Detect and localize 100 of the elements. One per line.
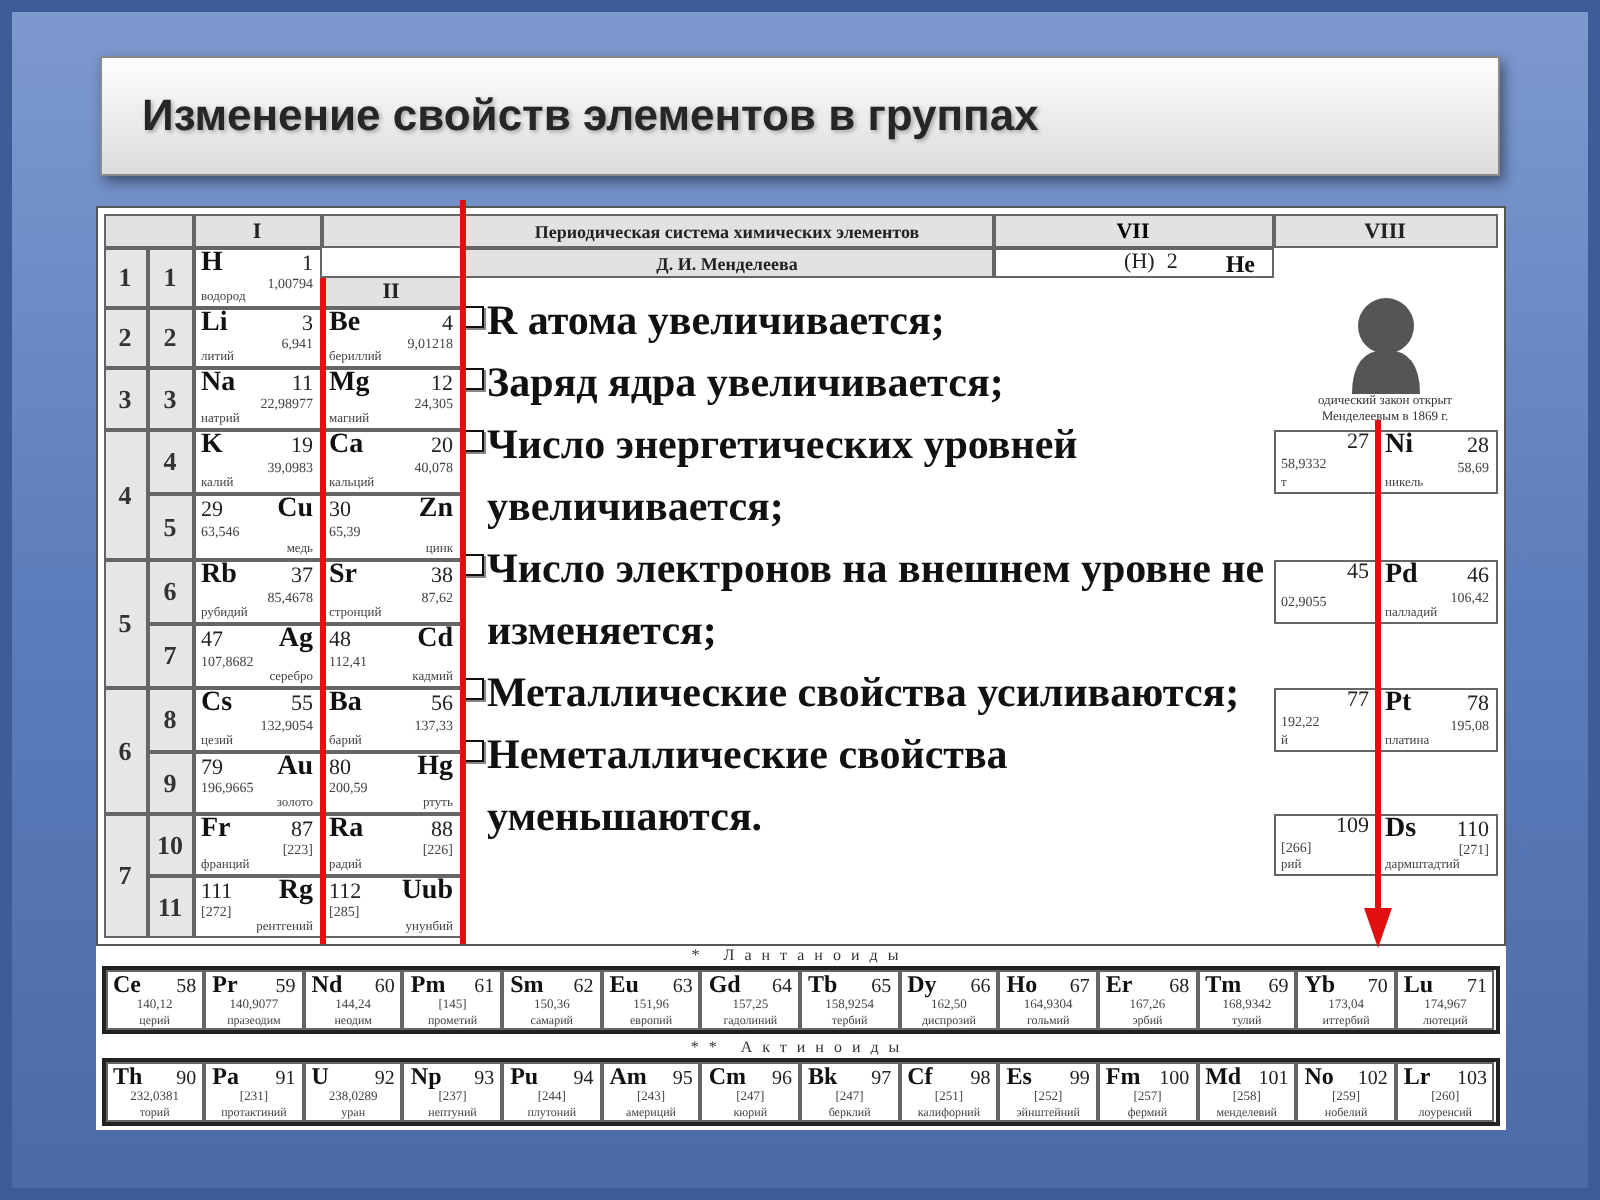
square-bullet-icon <box>461 430 483 452</box>
atomic-number: 71 <box>1466 978 1487 998</box>
group-header: VII <box>993 214 1273 248</box>
element-symbol: U <box>311 1064 329 1088</box>
period-number: 3 <box>103 368 147 430</box>
group-header: VIII <box>1273 214 1497 248</box>
atomic-number: 77 <box>1347 690 1369 712</box>
element-symbol: Sr <box>329 562 357 590</box>
element-symbol: Sm <box>510 972 544 996</box>
atomic-number: 28 <box>1467 436 1489 458</box>
atomic-number: 27 <box>1347 432 1369 454</box>
square-bullet-icon <box>461 306 483 328</box>
element-symbol: (H) <box>1124 252 1155 274</box>
atomic-number: 46 <box>1467 566 1489 588</box>
element-symbol: Pa <box>212 1064 239 1088</box>
row-number: 8 <box>147 688 193 752</box>
element-symbol: Ag <box>278 626 313 654</box>
atomic-number: 69 <box>1268 978 1289 998</box>
atomic-number: 12 <box>431 374 453 396</box>
period-number: 5 <box>103 560 147 688</box>
element-symbol: Ho <box>1006 972 1038 996</box>
element-symbol: Hg <box>417 754 453 782</box>
element-symbol: Tm <box>1205 972 1242 996</box>
atomic-number: 110 <box>1456 820 1489 842</box>
atomic-number: 68 <box>1169 978 1190 998</box>
element-symbol: Ni <box>1385 432 1413 460</box>
statement-text: Неметаллические свойства уменьшаются. <box>487 728 1010 844</box>
element-symbol: Md <box>1205 1064 1242 1088</box>
element-symbol: Li <box>201 310 228 338</box>
element-symbol: Fm <box>1105 1064 1141 1088</box>
atomic-number: 29 <box>201 500 223 522</box>
atomic-number: 66 <box>970 978 991 998</box>
atomic-number: 99 <box>1069 1070 1090 1090</box>
atomic-number: 62 <box>573 978 594 998</box>
element-symbol: No <box>1304 1064 1334 1088</box>
atomic-number: 48 <box>329 630 351 652</box>
element-symbol: Rb <box>201 562 237 590</box>
row-number: 3 <box>147 368 193 430</box>
atomic-number: 45 <box>1347 562 1369 584</box>
element-symbol: Pt <box>1385 690 1412 718</box>
row-number: 6 <box>147 560 193 624</box>
atomic-number: 59 <box>275 978 296 998</box>
element-symbol: H <box>201 250 223 278</box>
atomic-number: 112 <box>329 882 362 904</box>
atomic-number: 97 <box>871 1070 892 1090</box>
row-number: 5 <box>147 494 193 560</box>
table-subtitle: Д. И. Менделеева <box>461 248 993 278</box>
element-symbol: Be <box>329 310 361 338</box>
element-symbol: Dy <box>907 972 937 996</box>
statement-text: R атома увеличивается; <box>487 294 945 348</box>
statement-text: Металлические свойства усиливаются; <box>487 666 1240 720</box>
element-symbol: Ce <box>113 972 141 996</box>
atomic-number: 61 <box>474 978 495 998</box>
table-header <box>321 214 461 248</box>
element-symbol: Am <box>609 1064 647 1088</box>
period-number: 7 <box>103 814 147 938</box>
atomic-number: 2 <box>1166 252 1178 274</box>
atomic-number: 3 <box>302 314 313 336</box>
table-header <box>103 214 193 248</box>
element-symbol: K <box>201 432 223 460</box>
atomic-number: 88 <box>431 820 453 842</box>
atomic-number: 58 <box>176 978 197 998</box>
square-bullet-icon <box>461 740 483 762</box>
table-title: Периодическая система химических элементов <box>461 214 993 248</box>
atomic-number: 67 <box>1069 978 1090 998</box>
element-symbol: Zn <box>418 496 453 524</box>
element-symbol: Cd <box>417 626 453 654</box>
period-number: 2 <box>103 308 147 368</box>
element-symbol: Bk <box>807 1064 838 1088</box>
element-symbol: Fr <box>201 816 231 844</box>
element-symbol: Pu <box>510 1064 539 1088</box>
atomic-number: 101 <box>1258 1070 1289 1090</box>
row-number: 7 <box>147 624 193 688</box>
element-symbol: Cu <box>277 496 313 524</box>
element-symbol: Ca <box>329 432 364 460</box>
element-symbol: Gd <box>708 972 741 996</box>
row-number: 9 <box>147 752 193 814</box>
element-symbol: Th <box>113 1064 143 1088</box>
square-bullet-icon <box>461 554 483 576</box>
element-symbol: Cf <box>907 1064 933 1088</box>
row-number: 10 <box>147 814 193 876</box>
atomic-number: 91 <box>275 1070 296 1090</box>
element-symbol: Ra <box>329 816 364 844</box>
row-number: 1 <box>147 248 193 308</box>
element-symbol: Tb <box>807 972 838 996</box>
element-symbol: Pm <box>410 972 446 996</box>
group-header: II <box>321 276 461 308</box>
square-bullet-icon <box>461 678 483 700</box>
atomic-number: 79 <box>201 758 223 780</box>
row-number: 11 <box>147 876 193 938</box>
element-symbol: Au <box>277 754 313 782</box>
element-symbol: Eu <box>609 972 639 996</box>
atomic-number: 56 <box>431 694 453 716</box>
atomic-number: 63 <box>672 978 693 998</box>
element-symbol: Cm <box>708 1064 747 1088</box>
element-symbol: Yb <box>1304 972 1336 996</box>
atomic-number: 80 <box>329 758 351 780</box>
atomic-number: 70 <box>1367 978 1388 998</box>
element-symbol: Ds <box>1385 816 1417 844</box>
atomic-number: 37 <box>291 566 313 588</box>
